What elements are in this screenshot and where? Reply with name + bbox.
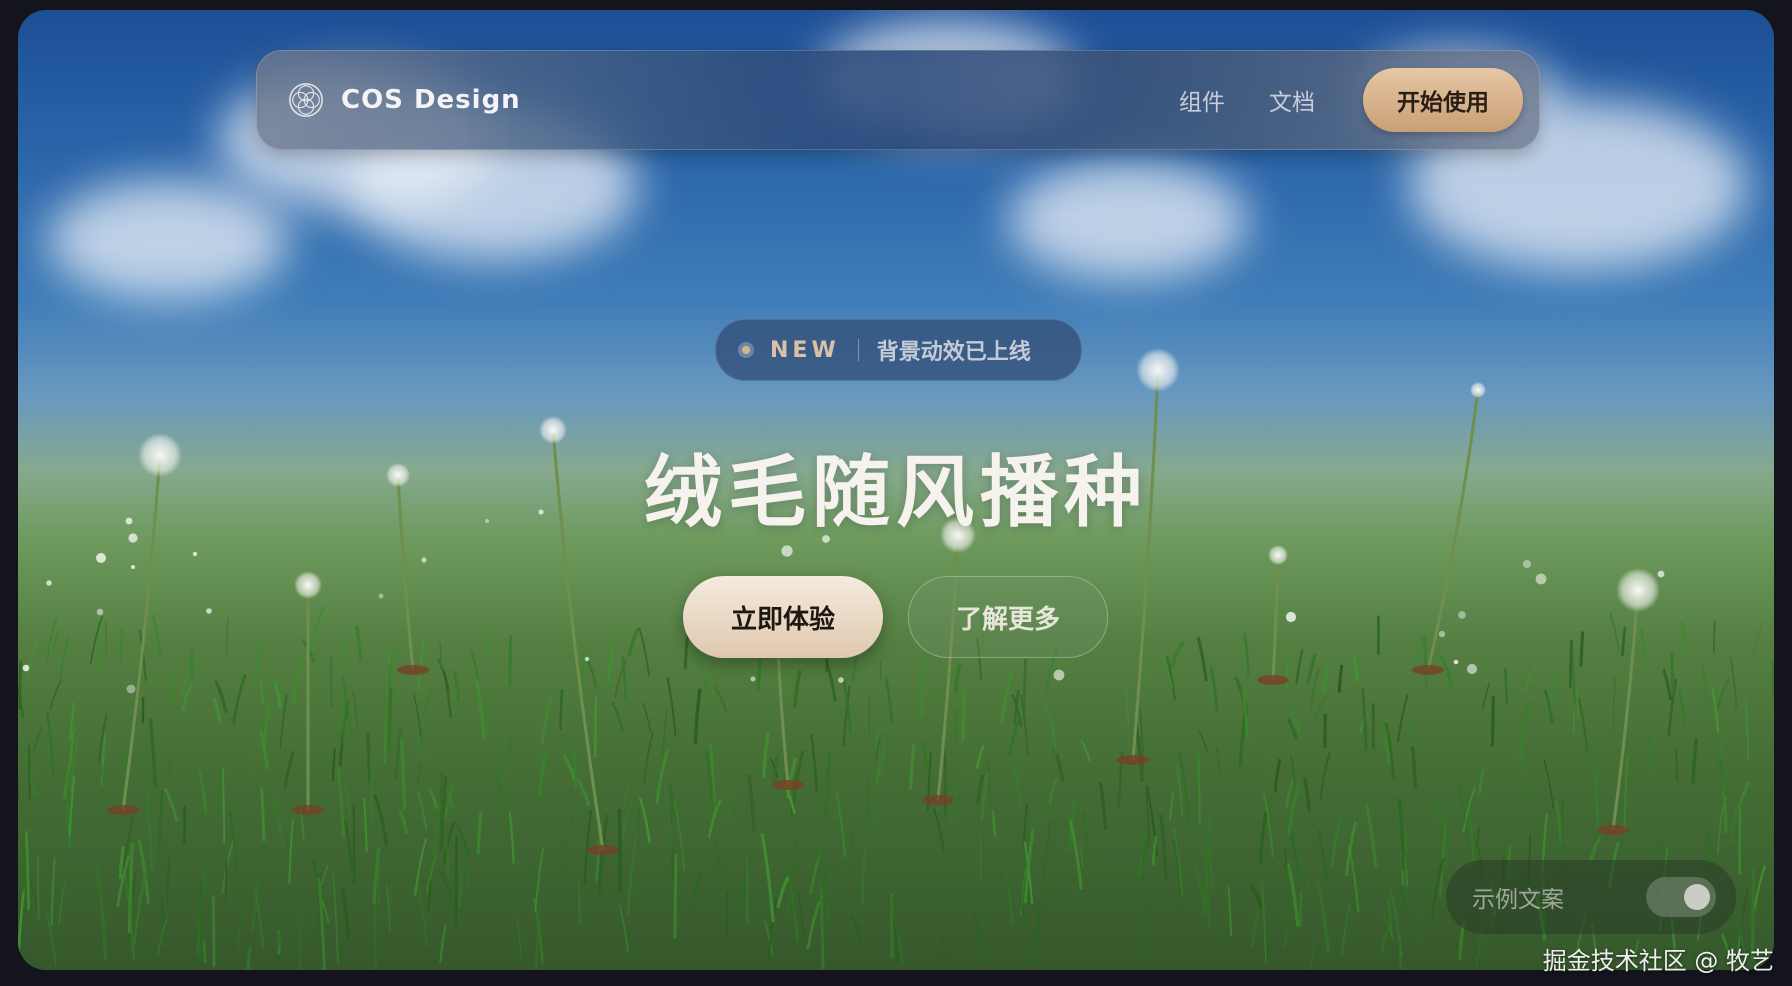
- badge-divider: [857, 339, 859, 361]
- dandelion-base: [107, 805, 139, 815]
- dandelion-base: [1412, 665, 1444, 675]
- grass-blade: [1197, 749, 1201, 825]
- grass-blade: [1579, 631, 1585, 667]
- grass-blade: [222, 767, 226, 843]
- dandelion-base: [292, 805, 324, 815]
- grass-blade: [225, 617, 229, 657]
- grass-blade: [383, 711, 388, 764]
- floating-seed: [584, 656, 590, 662]
- floating-seed: [421, 557, 427, 563]
- grass-blade: [365, 733, 372, 783]
- floating-seed: [131, 565, 135, 569]
- grass-blade: [1670, 653, 1675, 699]
- grass-blade: [259, 679, 265, 705]
- grass-blade: [886, 732, 890, 795]
- floating-seed: [22, 664, 30, 672]
- grass-blade: [1022, 658, 1028, 713]
- grass-blade: [673, 854, 678, 939]
- grass-blade: [168, 757, 171, 784]
- toggle-knob: [1684, 884, 1710, 910]
- top-navbar: COS Design 组件 文档 开始使用: [256, 50, 1540, 150]
- floating-seed: [838, 677, 844, 683]
- nav-link-docs[interactable]: 文档: [1269, 83, 1315, 117]
- grass-blade: [18, 660, 23, 711]
- grass-blade: [577, 881, 581, 924]
- floating-seed: [378, 593, 384, 599]
- nav-links: 组件 文档 开始使用: [1179, 51, 1523, 149]
- watermark: 掘金技术社区 @ 牧艺: [1542, 947, 1774, 975]
- dandelion-base: [397, 665, 429, 675]
- grass-blade: [119, 629, 124, 666]
- learn-more-button[interactable]: 了解更多: [908, 576, 1108, 658]
- grass-blade: [212, 895, 216, 967]
- floating-seed: [46, 580, 52, 586]
- dandelion-puff: [294, 571, 322, 599]
- floating-seed: [1438, 630, 1446, 638]
- grass-blade: [373, 903, 377, 970]
- floating-seed: [206, 608, 212, 614]
- dandelion-base: [1257, 675, 1289, 685]
- floating-seed: [126, 684, 136, 694]
- floating-seed: [96, 608, 104, 616]
- cos-logo-icon: [289, 83, 323, 117]
- hero-title: 绒毛随风播种: [643, 448, 1148, 538]
- floating-seed: [1458, 611, 1466, 619]
- badge-text: 背景动效已上线: [876, 340, 1031, 365]
- get-started-button[interactable]: 开始使用: [1363, 68, 1523, 132]
- grass-blade: [961, 685, 967, 742]
- floating-seed: [1657, 570, 1665, 578]
- badge-new-tag: NEW: [770, 337, 840, 363]
- grass-blade: [724, 890, 729, 936]
- floating-seed: [1453, 659, 1459, 665]
- hero-scene: COS Design 组件 文档 开始使用 NEW 背景动效已上线 绒毛随风播种…: [18, 10, 1774, 970]
- try-now-button[interactable]: 立即体验: [683, 576, 883, 658]
- grass-blade: [36, 855, 40, 920]
- dandelion-puff: [1268, 545, 1288, 565]
- dandelion-base: [772, 780, 804, 790]
- sample-text-toggle[interactable]: [1646, 877, 1716, 917]
- grass-blade: [1712, 620, 1716, 653]
- floating-seed: [192, 551, 198, 557]
- grass-blade: [559, 688, 564, 731]
- grass-blade: [1675, 749, 1679, 781]
- toggle-label: 示例文案: [1472, 887, 1564, 913]
- floating-seed: [781, 545, 793, 557]
- grass-blade: [189, 649, 195, 680]
- dandelion-puff: [1136, 348, 1180, 392]
- grass-blade: [508, 635, 513, 687]
- grass-blade: [1560, 799, 1565, 868]
- dandelion-puff: [1616, 568, 1660, 612]
- dandelion-base: [587, 845, 619, 855]
- grass-blade: [867, 772, 871, 830]
- grass-blade: [954, 709, 959, 744]
- floating-seed: [1522, 559, 1532, 569]
- floating-seed: [1535, 573, 1547, 585]
- grass-blade: [618, 809, 622, 893]
- brand-name: COS Design: [341, 85, 521, 115]
- grass-blade: [889, 893, 895, 959]
- brand[interactable]: COS Design: [287, 51, 521, 149]
- grass-blade: [369, 753, 373, 825]
- dandelion-base: [1117, 755, 1149, 765]
- floating-seed: [750, 676, 756, 682]
- nav-link-components[interactable]: 组件: [1179, 83, 1225, 117]
- status-dot-icon: [738, 342, 754, 358]
- dandelion-base: [922, 795, 954, 805]
- dandelion-base: [1597, 825, 1629, 835]
- floating-seed: [1053, 669, 1065, 681]
- grass-blade: [1568, 640, 1573, 689]
- sample-text-toggle-panel: 示例文案: [1446, 860, 1736, 934]
- grass-blade: [224, 858, 228, 901]
- floating-seed: [96, 553, 106, 563]
- grass-blade: [1298, 890, 1303, 927]
- grass-blade: [1490, 696, 1495, 747]
- dandelion-puff: [1470, 382, 1486, 398]
- announcement-badge[interactable]: NEW 背景动效已上线: [715, 319, 1082, 381]
- floating-seed: [1466, 663, 1478, 675]
- grass-blade: [594, 696, 597, 758]
- grass-blade: [387, 687, 393, 751]
- floating-seed: [1285, 611, 1297, 623]
